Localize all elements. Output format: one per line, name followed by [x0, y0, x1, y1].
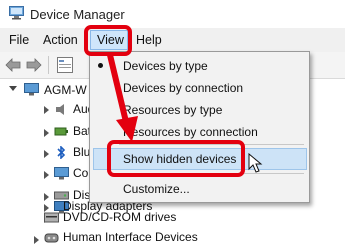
menu-help[interactable]: Help	[136, 33, 162, 47]
toolbar-separator	[48, 56, 49, 74]
bluetooth-icon	[57, 146, 66, 159]
dvd-icon	[44, 212, 59, 223]
expander[interactable]	[34, 236, 39, 244]
back-arrow-icon[interactable]	[5, 58, 21, 72]
expander-root[interactable]	[9, 86, 17, 91]
hid-icon	[44, 233, 59, 243]
device-manager-icon	[9, 6, 24, 20]
tree-item[interactable]: DVD/CD-ROM drives	[63, 210, 176, 224]
expander[interactable]	[44, 171, 49, 179]
window-title: Device Manager	[30, 7, 125, 22]
mouse-cursor-icon	[248, 153, 263, 173]
battery-icon	[54, 127, 68, 136]
tree-item[interactable]: Human Interface Devices	[63, 230, 198, 244]
annotation-box-show-hidden	[107, 140, 245, 177]
computer-icon	[54, 167, 69, 180]
computer-root-icon	[24, 83, 39, 96]
annotation-arrow-icon	[107, 52, 138, 142]
forward-arrow-icon[interactable]	[26, 58, 42, 72]
menu-action[interactable]: Action	[43, 33, 78, 47]
properties-icon[interactable]	[57, 57, 73, 73]
menu-file[interactable]: File	[9, 33, 29, 47]
expander[interactable]	[44, 106, 49, 114]
expander[interactable]	[44, 150, 49, 158]
menu-item-customize[interactable]: Customize...	[123, 182, 190, 196]
tree-root[interactable]: AGM-W	[44, 83, 87, 97]
audio-icon	[56, 104, 64, 115]
title-bar: Device Manager	[0, 0, 345, 28]
expander[interactable]	[44, 193, 49, 201]
expander[interactable]	[44, 129, 49, 137]
